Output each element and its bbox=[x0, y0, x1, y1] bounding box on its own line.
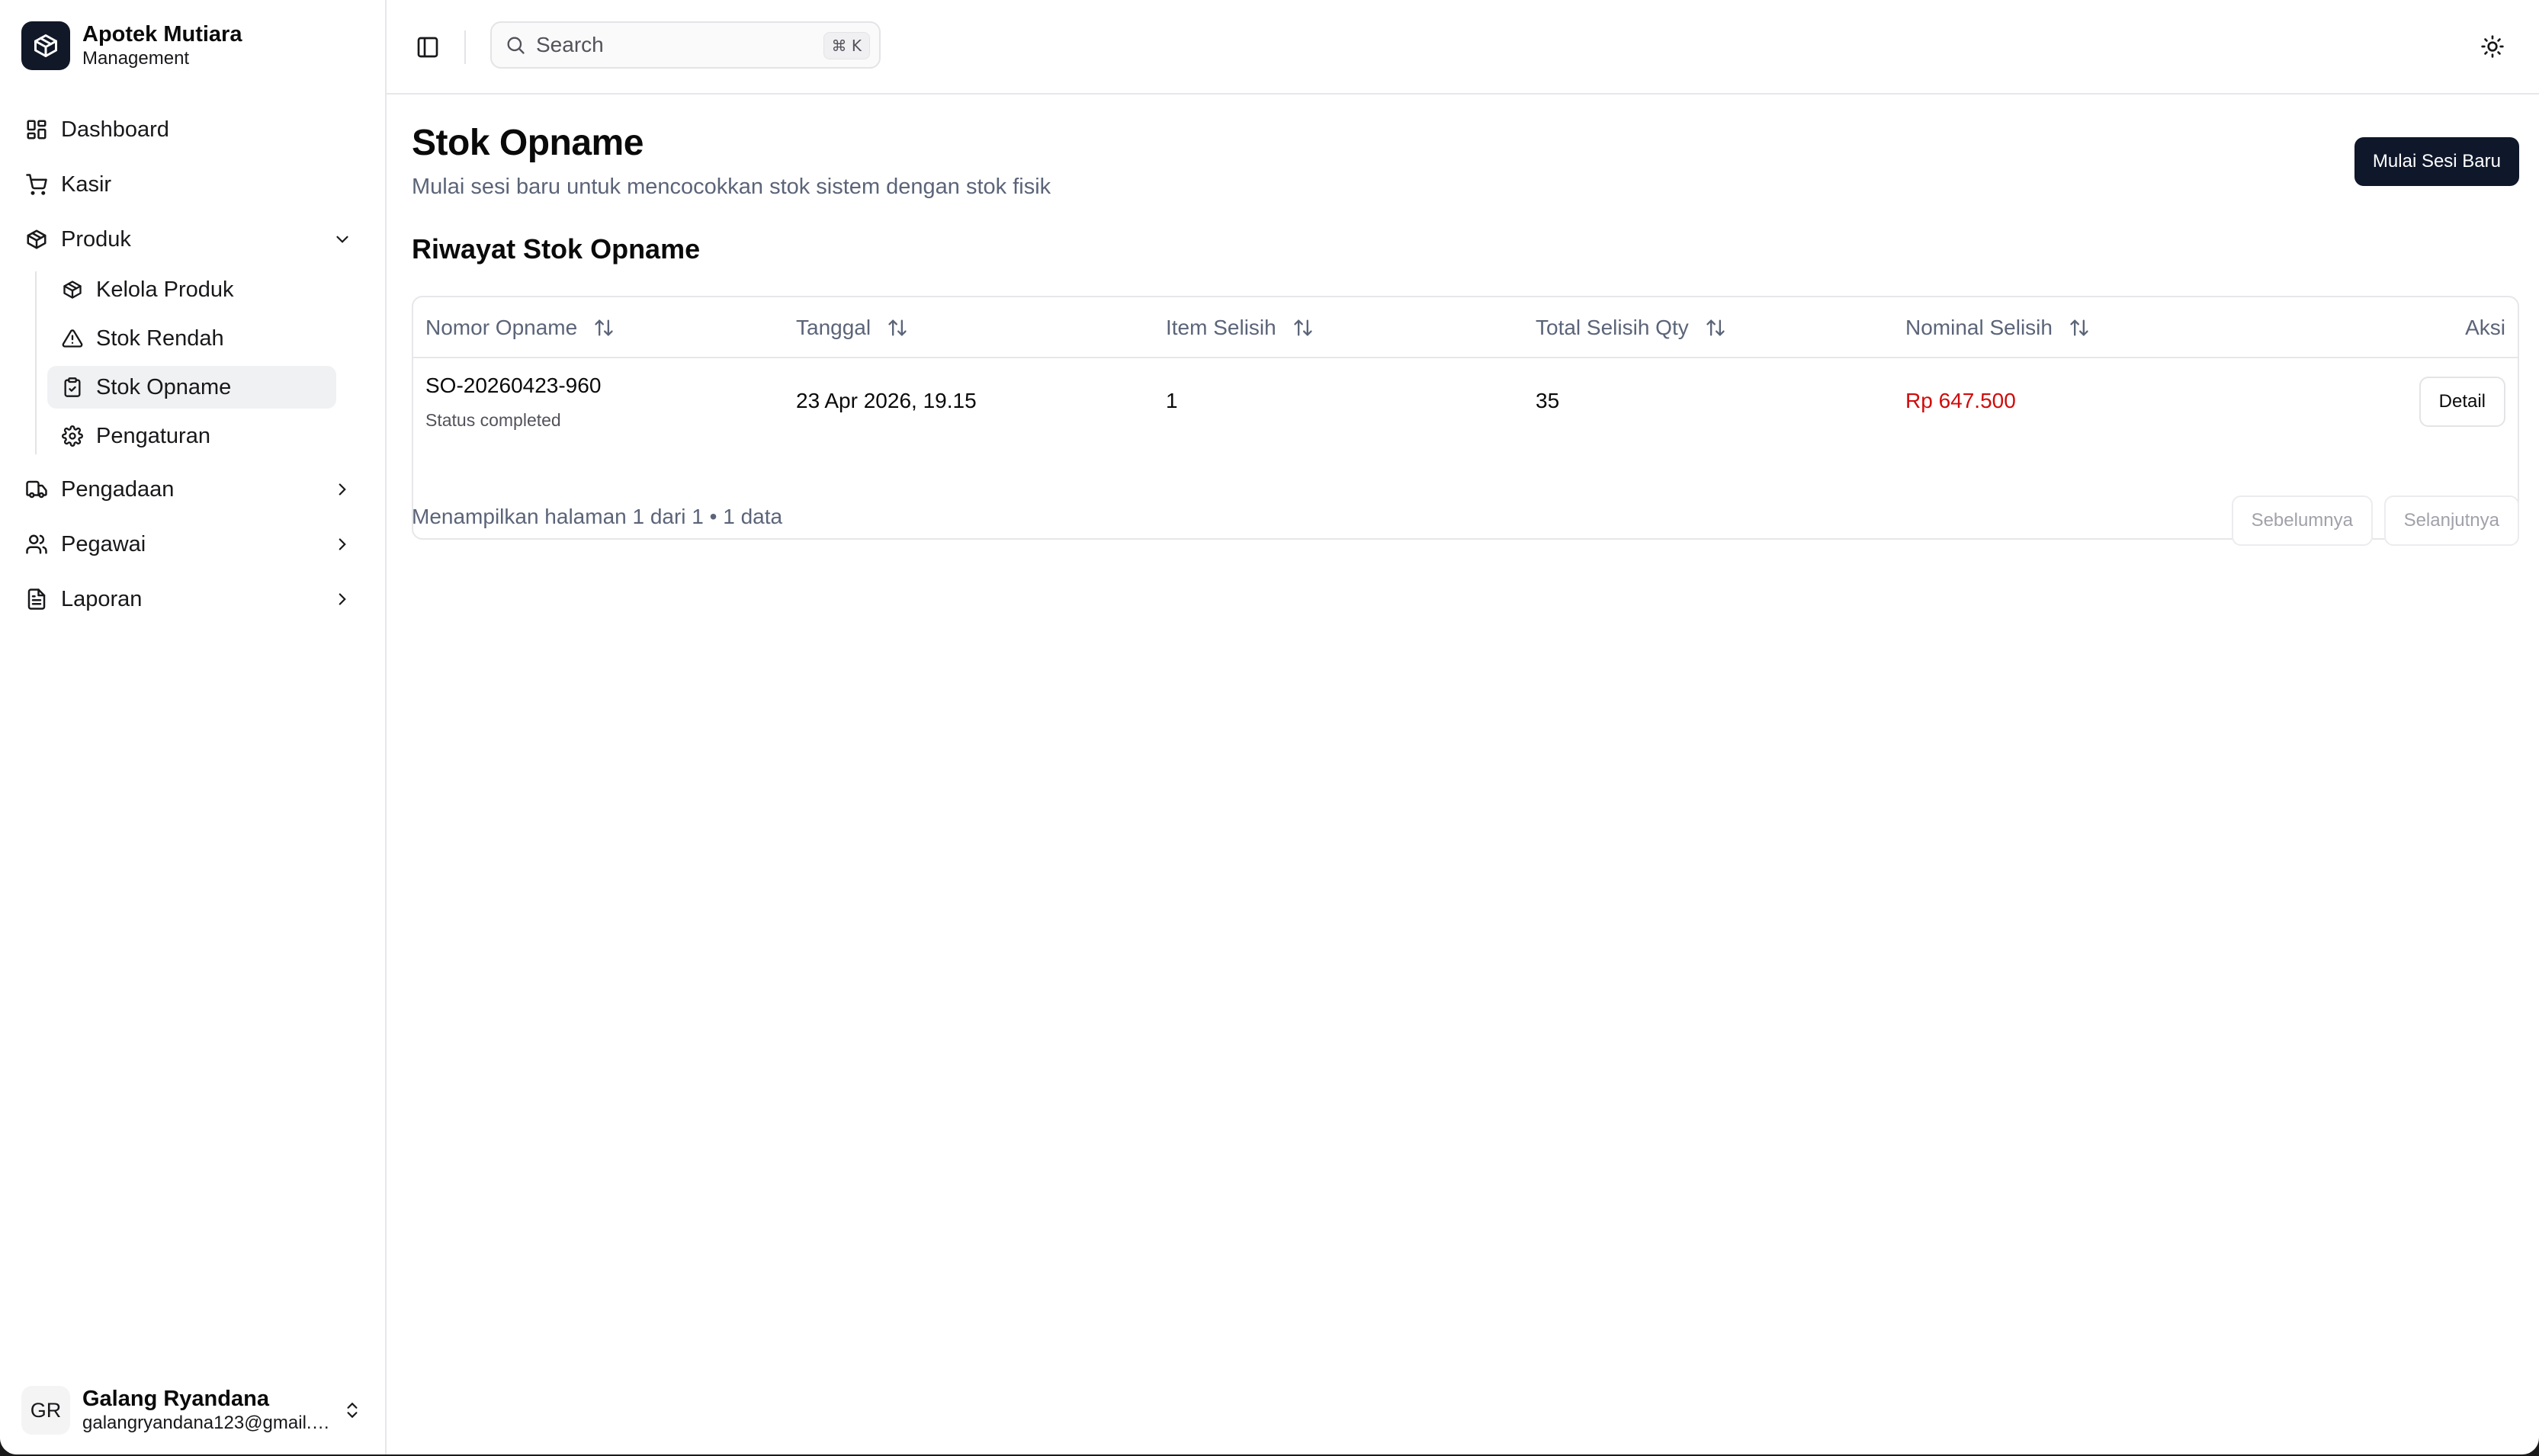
sidebar-item-kelola-produk[interactable]: Kelola Produk bbox=[47, 268, 336, 311]
page-subtitle: Mulai sesi baru untuk mencocokkan stok s… bbox=[412, 175, 1051, 199]
brand[interactable]: Apotek Mutiara Management bbox=[21, 21, 242, 70]
avatar: GR bbox=[21, 1386, 70, 1435]
chevron-down-icon[interactable] bbox=[329, 226, 356, 253]
section-title: Riwayat Stok Opname bbox=[412, 233, 701, 265]
sidebar: Apotek Mutiara Management Dashboard Kasi… bbox=[0, 0, 387, 1454]
clipboard-check-icon bbox=[59, 374, 85, 400]
produk-submenu: Kelola Produk Stok Rendah Stok Opname Pe… bbox=[0, 268, 387, 457]
pagination-info: Menampilkan halaman 1 dari 1 • 1 data bbox=[412, 505, 783, 528]
chevrons-up-down-icon[interactable] bbox=[339, 1397, 366, 1424]
detail-button[interactable]: Detail bbox=[2419, 377, 2505, 427]
app-window: Apotek Mutiara Management Dashboard Kasi… bbox=[0, 0, 2539, 1454]
column-label: Aksi bbox=[2465, 316, 2505, 339]
total-selisih-qty-value: 35 bbox=[1536, 389, 1560, 412]
previous-page-button[interactable]: Sebelumnya bbox=[2231, 495, 2373, 546]
item-selisih-value: 1 bbox=[1166, 389, 1178, 412]
cart-icon bbox=[23, 171, 50, 198]
divider bbox=[464, 30, 466, 64]
sidebar-item-label: Pengadaan bbox=[61, 476, 175, 502]
gear-icon bbox=[59, 423, 85, 449]
column-header-tanggal[interactable]: Tanggal bbox=[796, 297, 910, 358]
next-page-button[interactable]: Selanjutnya bbox=[2383, 495, 2519, 546]
opname-date: 23 Apr 2026, 19.15 bbox=[796, 389, 977, 412]
sidebar-item-pengadaan[interactable]: Pengadaan bbox=[14, 467, 373, 512]
sidebar-item-label: Dashboard bbox=[61, 117, 169, 142]
opname-number: SO-20260423-960 bbox=[425, 374, 602, 397]
sidebar-item-label: Kasir bbox=[61, 172, 112, 197]
warning-icon bbox=[59, 326, 85, 351]
chevron-right-icon[interactable] bbox=[329, 585, 356, 613]
column-label: Item Selisih bbox=[1166, 316, 1276, 339]
dashboard-icon bbox=[23, 116, 50, 143]
sidebar-item-label: Stok Rendah bbox=[96, 326, 224, 351]
column-label: Nominal Selisih bbox=[1905, 316, 2053, 339]
topbar: ⌘ K bbox=[387, 0, 2539, 95]
sidebar-item-label: Pengaturan bbox=[96, 423, 210, 448]
sidebar-toggle-icon[interactable] bbox=[411, 30, 445, 64]
search-input[interactable] bbox=[536, 33, 795, 57]
users-icon bbox=[23, 531, 50, 558]
chevron-right-icon[interactable] bbox=[329, 531, 356, 558]
package-icon bbox=[59, 277, 85, 303]
column-header-item-selisih[interactable]: Item Selisih bbox=[1166, 297, 1316, 358]
nominal-selisih-value: Rp 647.500 bbox=[1905, 389, 2016, 412]
opname-history-table: Nomor Opname Tanggal Item Selisih Total … bbox=[412, 296, 2519, 540]
package-icon bbox=[23, 226, 50, 253]
search-icon bbox=[502, 32, 528, 58]
search-box[interactable]: ⌘ K bbox=[490, 21, 881, 69]
start-new-session-button[interactable]: Mulai Sesi Baru bbox=[2354, 137, 2519, 186]
user-menu[interactable]: GR Galang Ryandana galangryandana123@gma… bbox=[21, 1383, 372, 1438]
opname-status: Status completed bbox=[425, 410, 561, 430]
package-icon bbox=[21, 21, 70, 70]
truck-icon bbox=[23, 476, 50, 503]
sidebar-item-label: Pegawai bbox=[61, 531, 146, 556]
sidebar-item-label: Produk bbox=[61, 226, 131, 252]
table-row[interactable]: SO-20260423-960 Status completed 23 Apr … bbox=[413, 358, 2518, 445]
column-header-nomor[interactable]: Nomor Opname bbox=[425, 297, 617, 358]
sidebar-item-label: Stok Opname bbox=[96, 374, 232, 399]
column-label: Total Selisih Qty bbox=[1536, 316, 1689, 339]
sidebar-nav: Dashboard Kasir Produk Kelola Produk Sto… bbox=[0, 107, 387, 631]
column-header-total-selisih-qty[interactable]: Total Selisih Qty bbox=[1536, 297, 1729, 358]
sidebar-item-label: Laporan bbox=[61, 586, 143, 611]
page-title: Stok Opname bbox=[412, 123, 644, 163]
table-header: Nomor Opname Tanggal Item Selisih Total … bbox=[413, 297, 2518, 358]
sidebar-item-kasir[interactable]: Kasir bbox=[14, 162, 373, 207]
column-header-aksi: Aksi bbox=[2465, 297, 2505, 358]
user-name: Galang Ryandana bbox=[82, 1387, 269, 1411]
column-header-nominal-selisih[interactable]: Nominal Selisih bbox=[1905, 297, 2092, 358]
sort-icon bbox=[884, 315, 910, 341]
sort-icon bbox=[1290, 315, 1316, 341]
sidebar-item-dashboard[interactable]: Dashboard bbox=[14, 107, 373, 152]
column-label: Nomor Opname bbox=[425, 316, 578, 339]
sidebar-item-laporan[interactable]: Laporan bbox=[14, 576, 373, 622]
sort-icon bbox=[591, 315, 617, 341]
sidebar-item-stok-opname[interactable]: Stok Opname bbox=[47, 366, 336, 409]
sidebar-item-label: Kelola Produk bbox=[96, 277, 234, 302]
column-label: Tanggal bbox=[796, 316, 871, 339]
file-text-icon bbox=[23, 585, 50, 613]
user-email: galangryandana123@gmail.com bbox=[82, 1413, 334, 1433]
sort-icon bbox=[1703, 315, 1729, 341]
sidebar-item-stok-rendah[interactable]: Stok Rendah bbox=[47, 317, 336, 360]
sun-icon[interactable] bbox=[2475, 29, 2510, 64]
brand-subtitle: Management bbox=[82, 48, 190, 69]
sidebar-item-produk[interactable]: Produk bbox=[14, 216, 373, 262]
keyboard-shortcut-badge: ⌘ K bbox=[823, 32, 870, 59]
brand-name: Apotek Mutiara bbox=[82, 22, 242, 47]
sidebar-item-pengaturan[interactable]: Pengaturan bbox=[47, 415, 336, 457]
sort-icon bbox=[2066, 315, 2092, 341]
sidebar-item-pegawai[interactable]: Pegawai bbox=[14, 521, 373, 567]
chevron-right-icon[interactable] bbox=[329, 476, 356, 503]
